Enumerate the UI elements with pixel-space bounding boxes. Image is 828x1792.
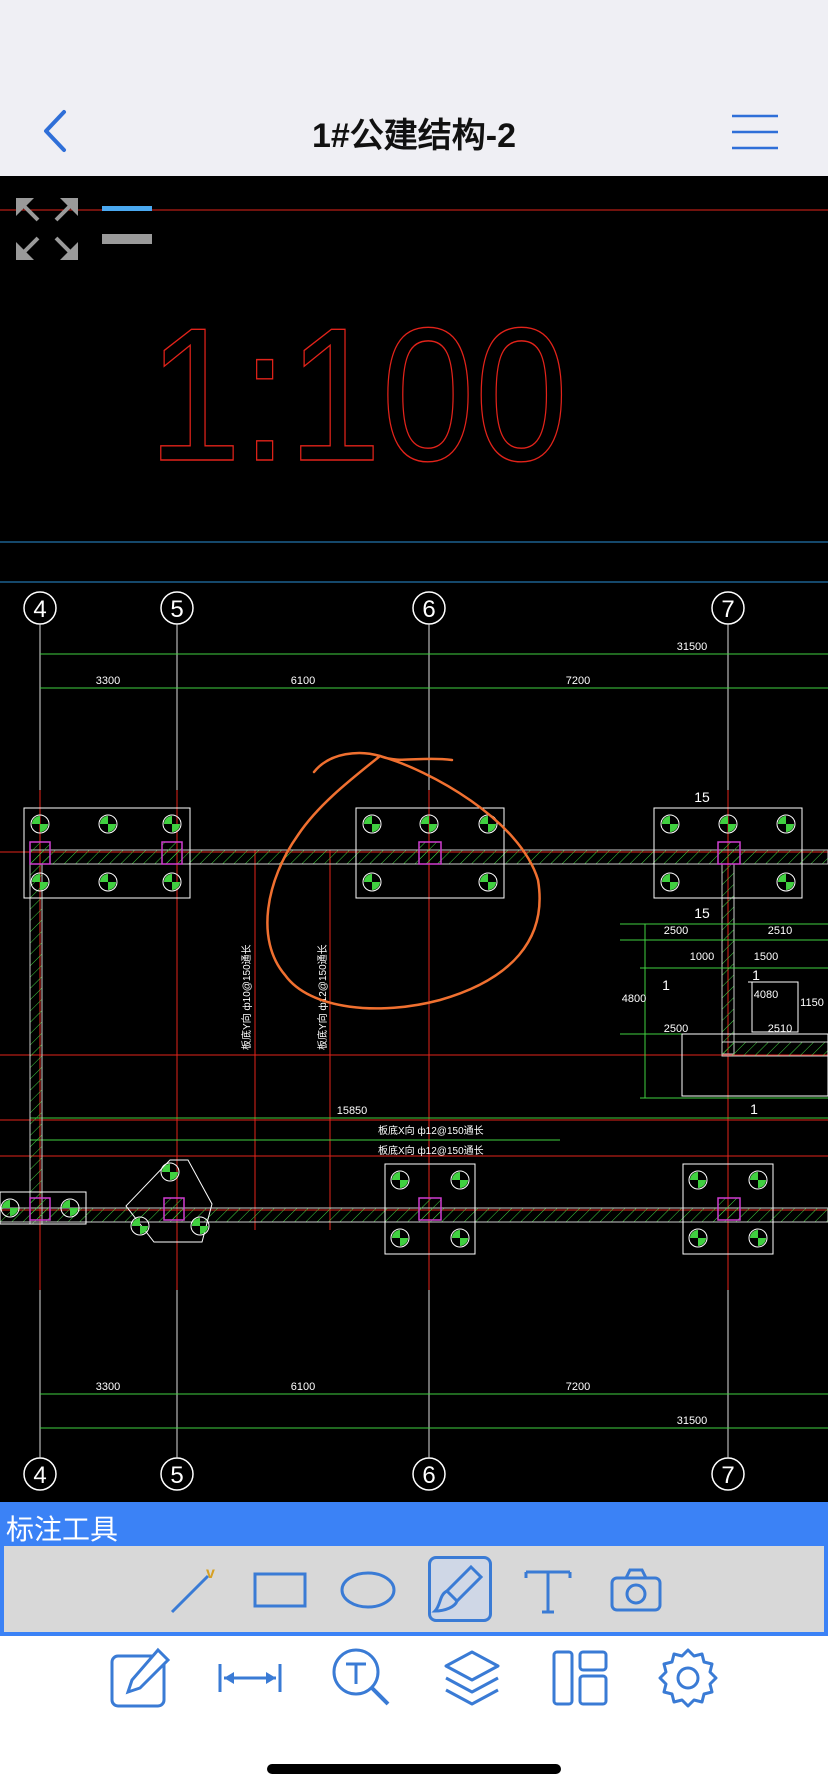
annotate-icon[interactable] <box>108 1646 172 1710</box>
dimension-text: 4800 <box>622 993 646 1005</box>
section-label: 1 <box>750 1101 758 1117</box>
page-title: 1#公建结构-2 <box>311 117 517 155</box>
rebar-note: 板底Y向 ф10@150通长 <box>240 944 253 1050</box>
layout-icon[interactable] <box>550 1646 614 1710</box>
rebar-note: 板底Y向 ф12@150通长 <box>316 944 329 1050</box>
home-indicator <box>267 1764 561 1774</box>
dimension-text: 1500 <box>754 951 778 963</box>
rebar-note: 板底X向 ф12@150通长 <box>378 1144 484 1157</box>
svg-text:v: v <box>206 1565 215 1582</box>
axis-label: 4 <box>33 596 46 623</box>
rectangle-tool-icon[interactable] <box>248 1556 312 1622</box>
settings-icon[interactable] <box>656 1646 720 1710</box>
axis-label: 5 <box>170 596 183 623</box>
fullscreen-icon[interactable] <box>14 196 80 262</box>
dimension-text: 15850 <box>337 1105 368 1117</box>
layers-icon[interactable] <box>440 1646 504 1710</box>
dimension-text: 6100 <box>291 1381 315 1393</box>
drawing-canvas[interactable]: 1:100 4 5 6 7 4 5 6 7 31500 3300 6100 72… <box>0 176 828 1502</box>
dimension-text: 2510 <box>768 1023 792 1035</box>
axis-label: 6 <box>422 596 435 623</box>
dimension-text: 7200 <box>566 1381 590 1393</box>
dimension-text: 7200 <box>566 675 590 687</box>
text-tool-icon[interactable] <box>516 1556 580 1622</box>
dimension-text: 1000 <box>690 951 714 963</box>
menu-icon[interactable] <box>730 112 780 152</box>
svg-text:1:100: 1:100 <box>148 289 568 501</box>
text-search-icon[interactable] <box>330 1646 394 1710</box>
axis-label: 6 <box>422 1462 435 1489</box>
dimension-text: 31500 <box>677 1415 708 1427</box>
dimension-text: 2500 <box>664 1023 688 1035</box>
dimension-text: 3300 <box>96 1381 120 1393</box>
dimension-text: 3300 <box>96 675 120 687</box>
dimension-text: 2500 <box>664 925 688 937</box>
measure-icon[interactable] <box>218 1646 282 1710</box>
dimension-text: 1150 <box>800 997 824 1009</box>
dimension-text: 2510 <box>768 925 792 937</box>
section-label: 1 <box>662 977 670 993</box>
axis-label: 5 <box>170 1462 183 1489</box>
axis-label: 7 <box>721 596 734 623</box>
section-label: 15 <box>694 905 710 921</box>
rebar-note: 板底X向 ф12@150通长 <box>378 1124 484 1137</box>
brush-tool-icon[interactable] <box>428 1556 492 1622</box>
dimension-text: 6100 <box>291 675 315 687</box>
ellipse-tool-icon[interactable] <box>336 1556 400 1622</box>
section-label: 15 <box>694 789 710 805</box>
dimension-text: 4080 <box>754 989 778 1001</box>
axis-label: 7 <box>721 1462 734 1489</box>
line-tool-icon[interactable]: v <box>162 1556 226 1622</box>
annotation-toolbar-title: 标注工具 <box>6 1514 119 1545</box>
camera-tool-icon[interactable] <box>604 1556 668 1622</box>
zoom-level-control[interactable] <box>100 204 156 252</box>
annotation-tool-panel <box>4 1546 824 1632</box>
dimension-text: 31500 <box>677 641 708 653</box>
axis-label: 4 <box>33 1462 46 1489</box>
section-label: 1 <box>752 967 760 983</box>
scale-text: 1:100 <box>147 288 568 501</box>
